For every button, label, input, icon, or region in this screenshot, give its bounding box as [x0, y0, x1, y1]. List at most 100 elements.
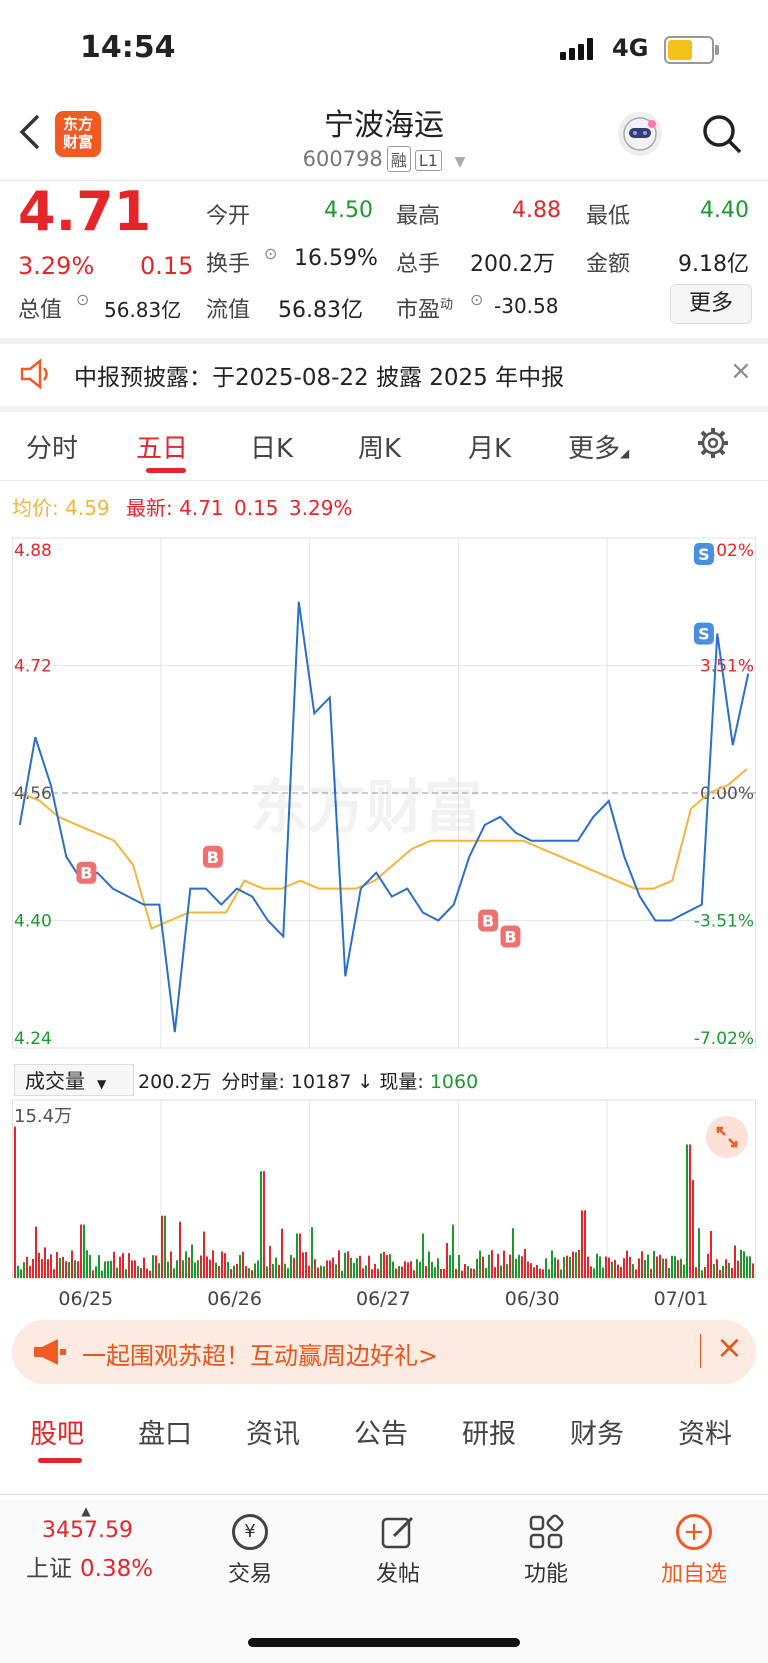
volume-bar	[536, 1264, 538, 1278]
volume-bar	[38, 1252, 40, 1278]
nav-functions[interactable]: 功能	[496, 1514, 596, 1588]
promo-banner[interactable]: 一起围观苏超！互动赢周边好礼> ×	[12, 1320, 756, 1384]
volume-bar	[191, 1244, 193, 1278]
volume-bar	[677, 1260, 679, 1278]
volume-bar	[92, 1270, 94, 1278]
volume-bar	[200, 1255, 202, 1278]
svg-text:S: S	[698, 625, 710, 644]
volume-bar	[59, 1258, 61, 1278]
tab-research[interactable]: 研报	[462, 1412, 516, 1451]
volume-bar	[356, 1258, 358, 1278]
volume-bar	[374, 1263, 376, 1278]
volume-bar	[515, 1258, 517, 1278]
volume-bar	[629, 1256, 631, 1278]
tab-monthly-k[interactable]: 月K	[468, 428, 511, 465]
volume-selector[interactable]: 成交量 ▼	[14, 1064, 134, 1096]
info-icon[interactable]: ⊙	[470, 290, 483, 309]
nav-add-watchlist[interactable]: + 加自选	[644, 1514, 744, 1588]
volume-bar	[431, 1262, 433, 1278]
tab-weekly-k[interactable]: 周K	[358, 428, 401, 465]
tab-more[interactable]: 更多◢	[568, 428, 629, 465]
volume-bar	[170, 1251, 172, 1278]
nav-trade[interactable]: ¥ 交易	[200, 1514, 300, 1588]
battery-icon	[664, 36, 719, 64]
tab-order-book[interactable]: 盘口	[138, 1412, 192, 1451]
volume-bar	[647, 1254, 649, 1278]
x-axis-labels: 06/25 06/26 06/27 06/30 07/01	[12, 1284, 756, 1312]
volume-bar	[428, 1251, 430, 1278]
tab-intraday[interactable]: 分时	[26, 428, 78, 465]
volume-bar	[134, 1260, 136, 1278]
volume-bar	[560, 1269, 562, 1278]
volume-bar	[326, 1260, 328, 1278]
volume-bar	[503, 1250, 505, 1278]
edit-icon	[380, 1514, 416, 1550]
notice-text[interactable]: 中报预披露：于2025-08-22 披露 2025 年中报	[74, 358, 564, 392]
info-icon[interactable]: ⊙	[76, 290, 89, 309]
volume-bar	[461, 1270, 463, 1278]
volume-bar	[413, 1270, 415, 1278]
tab-daily-k[interactable]: 日K	[250, 428, 293, 465]
volume-bar	[632, 1264, 634, 1278]
close-icon[interactable]: ×	[716, 1328, 743, 1366]
index-ticker[interactable]: ▲ 3457.59 上证 0.38%	[26, 1504, 176, 1583]
gear-icon[interactable]	[696, 426, 730, 464]
svg-text:B: B	[482, 912, 494, 931]
chevron-down-icon[interactable]: ▼	[455, 154, 466, 170]
info-icon[interactable]: ⊙	[264, 244, 277, 263]
active-tab-indicator	[38, 1458, 82, 1463]
search-icon[interactable]	[700, 112, 744, 160]
mktcap-value: 56.83亿	[104, 298, 182, 322]
tab-profile[interactable]: 资料	[678, 1412, 732, 1451]
volume-bar	[665, 1258, 667, 1278]
tab-financials[interactable]: 财务	[570, 1412, 624, 1451]
volume-bar	[17, 1265, 19, 1278]
volume-bar	[176, 1260, 178, 1278]
volume-bar	[347, 1251, 349, 1278]
volume-bar	[443, 1268, 445, 1278]
volume-bar	[746, 1256, 748, 1278]
volume-bar	[749, 1256, 751, 1278]
more-button[interactable]: 更多	[670, 284, 752, 324]
volume-bar	[65, 1261, 67, 1278]
tab-announcements[interactable]: 公告	[354, 1412, 408, 1451]
volume-bar	[686, 1144, 688, 1278]
volume-bar	[239, 1255, 241, 1278]
volume-bar	[272, 1264, 274, 1278]
volume-bar	[278, 1264, 280, 1278]
volume-bar	[350, 1257, 352, 1278]
volume-bar	[497, 1253, 499, 1278]
volume-bar	[182, 1260, 184, 1278]
y-tick-label: 4.72	[14, 657, 52, 677]
low-value: 4.40	[700, 198, 749, 223]
tab-guba[interactable]: 股吧	[30, 1412, 84, 1451]
volume-bar	[722, 1265, 724, 1278]
volume-bar	[152, 1255, 154, 1278]
nav-post[interactable]: 发帖	[348, 1514, 448, 1588]
volume-bar	[521, 1256, 523, 1278]
expand-icon[interactable]	[706, 1116, 748, 1158]
float-value: 56.83亿	[278, 298, 363, 323]
stock-code: 600798	[302, 147, 383, 171]
volume-bar	[125, 1269, 127, 1278]
tab-news[interactable]: 资讯	[246, 1412, 300, 1451]
volume-bar	[110, 1260, 112, 1278]
volume-bar	[563, 1256, 565, 1278]
volume-bar	[68, 1262, 70, 1278]
promo-text: 一起围观苏超！互动赢周边好礼>	[82, 1342, 439, 1370]
volume-bar	[296, 1233, 298, 1278]
volume-bar	[371, 1269, 373, 1278]
volume-bar	[14, 1126, 16, 1278]
volume-bar	[71, 1250, 73, 1278]
volume-bar	[626, 1250, 628, 1278]
volume-chart[interactable]	[12, 1098, 756, 1282]
volume-bar	[263, 1171, 265, 1278]
volume-bar	[20, 1269, 22, 1278]
tab-five-day[interactable]: 五日	[136, 428, 188, 465]
volume-bar	[605, 1256, 607, 1278]
volume-bar	[158, 1263, 160, 1278]
robot-assistant-icon[interactable]	[618, 112, 662, 156]
float-label: 流值	[206, 298, 251, 323]
close-icon[interactable]: ×	[730, 356, 752, 386]
volume-bar	[257, 1260, 259, 1278]
